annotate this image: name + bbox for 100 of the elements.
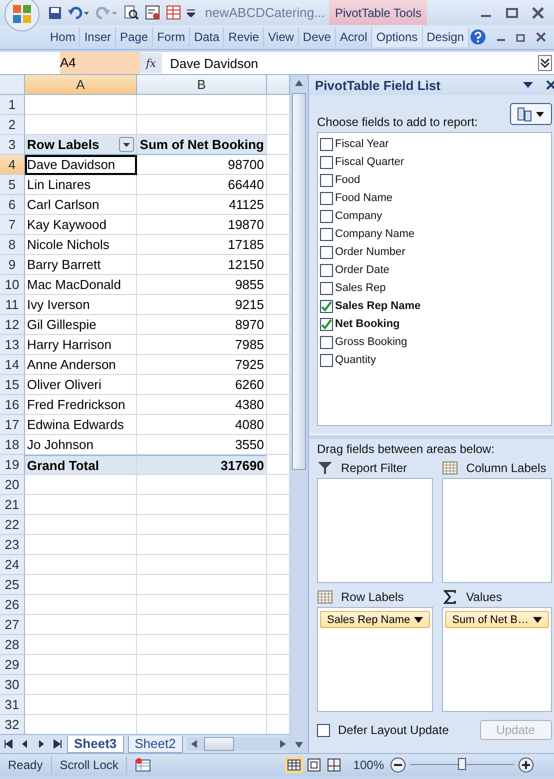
grid-icon[interactable] (166, 5, 181, 20)
zoom-in-icon[interactable] (518, 757, 534, 773)
row-header[interactable]: 16 (0, 395, 25, 415)
row-header[interactable]: 26 (0, 595, 25, 615)
checkbox[interactable] (320, 300, 333, 312)
close-icon[interactable] (532, 6, 544, 18)
checkbox[interactable] (320, 228, 333, 240)
row-header[interactable]: 23 (0, 535, 25, 555)
checkbox[interactable] (320, 138, 333, 150)
checkbox[interactable] (317, 724, 330, 736)
page-break-icon[interactable] (325, 757, 344, 773)
field-button[interactable]: Sum of Net B… (445, 611, 549, 628)
customize-icon[interactable] (187, 8, 195, 16)
last-sheet-icon[interactable] (51, 738, 63, 750)
drop-zone[interactable]: Sales Rep Name (317, 607, 434, 712)
ribbon-tab[interactable]: Deve (298, 27, 336, 47)
row-header[interactable]: 10 (0, 275, 25, 295)
checkbox[interactable] (320, 210, 333, 222)
field-button[interactable]: Sales Rep Name (320, 611, 430, 628)
sheet-tab[interactable]: Sheet3 (67, 736, 124, 752)
ribbon-tab[interactable]: Page (116, 27, 154, 47)
ribbon-tab[interactable]: Form (153, 27, 190, 47)
scroll-thumb[interactable] (292, 93, 306, 470)
row-header[interactable]: 20 (0, 475, 25, 495)
row-header[interactable]: 8 (0, 235, 25, 255)
row-header[interactable]: 17 (0, 415, 25, 435)
checkbox[interactable] (320, 174, 333, 186)
row-header[interactable]: 5 (0, 175, 25, 195)
column-header[interactable]: B (137, 75, 267, 95)
print-preview-icon[interactable] (124, 5, 139, 20)
spelling-icon[interactable] (145, 5, 160, 20)
row-header[interactable]: 15 (0, 375, 25, 395)
macro-record-icon[interactable] (135, 758, 152, 772)
row-header[interactable]: 13 (0, 335, 25, 355)
row-header[interactable]: 28 (0, 635, 25, 655)
row-header[interactable]: 7 (0, 215, 25, 235)
row-header[interactable]: 31 (0, 695, 25, 715)
expand-icon[interactable] (538, 55, 552, 71)
checkbox[interactable] (320, 318, 333, 330)
checkbox[interactable] (320, 156, 333, 168)
ribbon-tab[interactable]: Data (190, 27, 224, 47)
row-header[interactable]: 12 (0, 315, 25, 335)
ribbon-tab[interactable]: Hom (46, 27, 80, 47)
row-header[interactable]: 19 (0, 455, 25, 475)
row-header[interactable]: 24 (0, 555, 25, 575)
ribbon-tab[interactable]: Inser (80, 27, 116, 47)
checkbox[interactable] (320, 282, 333, 294)
close-icon[interactable] (546, 80, 554, 90)
horizontal-scrollbar[interactable] (186, 737, 290, 751)
row-header[interactable]: 1 (0, 95, 25, 115)
row-header[interactable]: 18 (0, 435, 25, 455)
row-header[interactable]: 27 (0, 615, 25, 635)
row-header[interactable]: 29 (0, 655, 25, 675)
splitter-handle[interactable] (309, 434, 554, 439)
page-layout-icon[interactable] (305, 757, 324, 773)
formula-field[interactable]: Dave Davidson (166, 56, 538, 70)
layout-button[interactable] (510, 103, 552, 125)
row-header[interactable]: 14 (0, 355, 25, 375)
row-header[interactable]: 11 (0, 295, 25, 315)
column-header[interactable]: A (25, 75, 137, 95)
ribbon-tab[interactable]: Options (372, 27, 423, 47)
row-header[interactable]: 6 (0, 195, 25, 215)
drop-zone[interactable]: Sum of Net B… (442, 607, 552, 712)
sheet-tab[interactable]: Sheet2 (128, 736, 183, 752)
row-header[interactable]: 22 (0, 515, 25, 535)
row-header[interactable]: 2 (0, 115, 25, 135)
close-icon[interactable] (536, 32, 546, 42)
slider-thumb[interactable] (458, 758, 466, 770)
checkbox[interactable] (320, 192, 333, 204)
row-header[interactable]: 4 (0, 155, 25, 175)
scroll-right-icon[interactable] (279, 739, 287, 749)
filter-dropdown-icon[interactable] (119, 137, 134, 152)
scroll-up-icon[interactable] (294, 79, 304, 87)
scroll-down-icon[interactable] (294, 741, 304, 749)
normal-view-icon[interactable] (285, 757, 304, 773)
ribbon-tab[interactable]: Design (422, 27, 469, 47)
checkbox[interactable] (320, 336, 333, 348)
row-header[interactable]: 9 (0, 255, 25, 275)
undo-icon[interactable] (68, 6, 90, 20)
first-sheet-icon[interactable] (3, 738, 15, 750)
maximize-icon[interactable] (506, 6, 518, 18)
zoom-out-icon[interactable] (390, 757, 406, 773)
save-icon[interactable] (48, 6, 62, 20)
row-header[interactable]: 30 (0, 675, 25, 695)
dropdown-icon[interactable] (522, 80, 534, 90)
help-icon[interactable] (470, 29, 486, 45)
row-header[interactable]: 21 (0, 495, 25, 515)
scroll-left-icon[interactable] (190, 739, 198, 749)
row-header[interactable]: 3 (0, 135, 25, 155)
checkbox[interactable] (320, 354, 333, 366)
restore-icon[interactable] (516, 32, 526, 42)
scroll-thumb[interactable] (204, 737, 234, 751)
row-header[interactable]: 25 (0, 575, 25, 595)
zoom-level[interactable]: 100% (353, 758, 384, 772)
vertical-scrollbar[interactable] (292, 75, 306, 753)
ribbon-tab[interactable]: View (264, 27, 299, 47)
checkbox[interactable] (320, 246, 333, 258)
checkbox[interactable] (320, 264, 333, 276)
insert-function-button[interactable]: fx (140, 53, 162, 73)
row-header[interactable]: 32 (0, 715, 25, 734)
